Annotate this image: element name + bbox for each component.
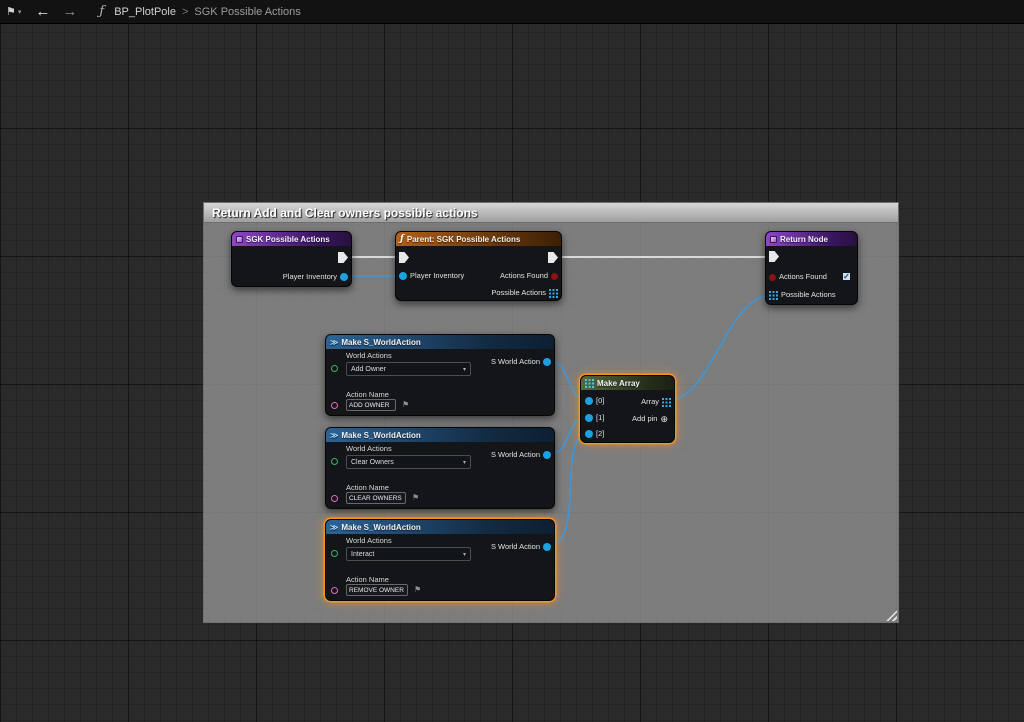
node-title: Parent: SGK Possible Actions: [407, 235, 521, 244]
pin-label-1: [1]: [596, 414, 604, 422]
bookmark-chevron-icon[interactable]: ▾: [18, 8, 22, 16]
pin-label-actions-found: Actions Found: [779, 273, 827, 281]
dropdown-value: Interact: [351, 551, 374, 558]
node-return[interactable]: Return Node Actions Found ✓ Possible Act…: [765, 231, 858, 305]
chevron-down-icon: ▾: [463, 366, 466, 373]
world-actions-label: World Actions: [346, 536, 392, 545]
action-name-input[interactable]: [346, 584, 408, 596]
world-actions-label: World Actions: [346, 444, 392, 453]
chevron-down-icon: ▾: [463, 551, 466, 558]
pin-label-2: [2]: [596, 430, 604, 438]
pin-label-possible-actions: Possible Actions: [491, 289, 546, 297]
action-name-label: Action Name: [346, 390, 389, 399]
make-struct-icon: ≫: [330, 338, 338, 347]
pin-label-array: Array: [641, 398, 659, 406]
player-inventory-out-pin[interactable]: [340, 273, 348, 281]
node-header[interactable]: Make Array: [581, 376, 674, 390]
dropdown-value: Clear Owners: [351, 459, 394, 466]
node-header[interactable]: Return Node: [766, 232, 857, 246]
s-world-action-out-pin[interactable]: [543, 358, 551, 366]
bookmark-icon[interactable]: ⚑: [6, 5, 16, 18]
node-make-s-worldaction-3[interactable]: ≫ Make S_WorldAction World Actions Inter…: [325, 519, 555, 601]
back-button[interactable]: ←: [35, 3, 50, 20]
actions-found-checkbox[interactable]: ✓: [842, 272, 851, 281]
pin-label-s-world-action: S World Action: [491, 451, 540, 459]
flag-icon: ⚑: [402, 401, 409, 409]
node-make-s-worldaction-1[interactable]: ≫ Make S_WorldAction World Actions Add O…: [325, 334, 555, 416]
world-actions-in-pin[interactable]: [331, 365, 338, 372]
world-actions-dropdown[interactable]: Add Owner ▾: [346, 362, 471, 376]
forward-button[interactable]: →: [62, 3, 77, 20]
action-name-input[interactable]: [346, 399, 396, 411]
add-pin-plus-icon: ⊕: [660, 415, 668, 424]
node-header[interactable]: ≫ Make S_WorldAction: [326, 520, 554, 534]
node-title: Return Node: [780, 235, 828, 244]
possible-actions-in-pin[interactable]: [769, 291, 778, 300]
world-actions-dropdown[interactable]: Interact ▾: [346, 547, 471, 561]
breadcrumb-separator: >: [182, 6, 188, 18]
array-element-2-in-pin[interactable]: [585, 430, 593, 438]
world-actions-label: World Actions: [346, 351, 392, 360]
possible-actions-out-pin[interactable]: [549, 289, 558, 298]
pin-label-player-inventory: Player Inventory: [410, 272, 464, 280]
exec-in-pin[interactable]: [769, 251, 779, 262]
function-icon: ƒ: [99, 4, 104, 19]
node-header[interactable]: ƒ Parent: SGK Possible Actions: [396, 232, 561, 246]
action-name-in-pin[interactable]: [331, 495, 338, 502]
dropdown-value: Add Owner: [351, 366, 386, 373]
node-make-s-worldaction-2[interactable]: ≫ Make S_WorldAction World Actions Clear…: [325, 427, 555, 509]
node-title: SGK Possible Actions: [246, 235, 330, 244]
pin-label-s-world-action: S World Action: [491, 543, 540, 551]
chevron-down-icon: ▾: [463, 459, 466, 466]
pin-label-actions-found: Actions Found: [500, 272, 548, 280]
node-header[interactable]: SGK Possible Actions: [232, 232, 351, 246]
exec-in-pin[interactable]: [399, 252, 409, 263]
pin-label-possible-actions: Possible Actions: [781, 291, 836, 299]
comment-title[interactable]: Return Add and Clear owners possible act…: [203, 202, 899, 223]
function-entry-icon: [236, 236, 243, 243]
node-sgk-possible-actions[interactable]: SGK Possible Actions Player Inventory: [231, 231, 352, 287]
add-pin-label: Add pin: [632, 415, 657, 423]
node-title: Make S_WorldAction: [341, 431, 420, 440]
return-node-icon: [770, 236, 777, 243]
toolbar: ⚑ ▾ ← → ƒ BP_PlotPole > SGK Possible Act…: [0, 0, 1024, 24]
breadcrumb-root[interactable]: BP_PlotPole: [114, 6, 176, 18]
pin-label-player-inventory: Player Inventory: [283, 273, 337, 281]
exec-out-pin[interactable]: [338, 252, 348, 263]
node-header[interactable]: ≫ Make S_WorldAction: [326, 428, 554, 442]
node-title: Make S_WorldAction: [341, 338, 420, 347]
flag-icon: ⚑: [414, 586, 421, 594]
breadcrumb-current: SGK Possible Actions: [194, 6, 300, 18]
array-element-1-in-pin[interactable]: [585, 414, 593, 422]
action-name-input[interactable]: [346, 492, 406, 504]
world-actions-in-pin[interactable]: [331, 458, 338, 465]
s-world-action-out-pin[interactable]: [543, 543, 551, 551]
pin-label-0: [0]: [596, 397, 604, 405]
actions-found-out-pin[interactable]: [551, 273, 558, 280]
action-name-in-pin[interactable]: [331, 587, 338, 594]
make-struct-icon: ≫: [330, 431, 338, 440]
array-element-0-in-pin[interactable]: [585, 397, 593, 405]
array-icon: [585, 379, 594, 388]
flag-icon: ⚑: [412, 494, 419, 502]
parent-function-icon: ƒ: [400, 234, 404, 244]
node-title: Make Array: [597, 379, 640, 388]
exec-out-pin[interactable]: [548, 252, 558, 263]
player-inventory-in-pin[interactable]: [399, 272, 407, 280]
s-world-action-out-pin[interactable]: [543, 451, 551, 459]
action-name-label: Action Name: [346, 575, 389, 584]
world-actions-dropdown[interactable]: Clear Owners ▾: [346, 455, 471, 469]
action-name-in-pin[interactable]: [331, 402, 338, 409]
node-header[interactable]: ≫ Make S_WorldAction: [326, 335, 554, 349]
pin-label-s-world-action: S World Action: [491, 358, 540, 366]
node-title: Make S_WorldAction: [341, 523, 420, 532]
array-out-pin[interactable]: [662, 398, 671, 407]
node-parent-sgk-possible-actions[interactable]: ƒ Parent: SGK Possible Actions Player In…: [395, 231, 562, 301]
world-actions-in-pin[interactable]: [331, 550, 338, 557]
actions-found-in-pin[interactable]: [769, 274, 776, 281]
node-make-array[interactable]: Make Array [0] [1] [2] Array Add pin ⊕: [580, 375, 675, 443]
action-name-label: Action Name: [346, 483, 389, 492]
make-struct-icon: ≫: [330, 523, 338, 532]
add-pin-button[interactable]: Add pin ⊕: [632, 414, 668, 424]
